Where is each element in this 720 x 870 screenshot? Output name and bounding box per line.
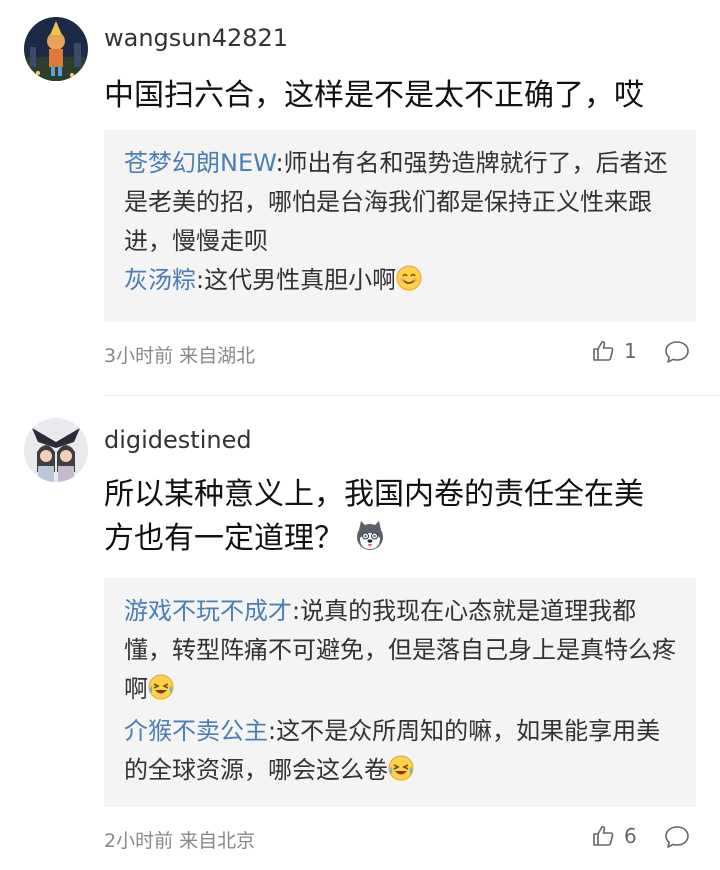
- reply-author[interactable]: 介猴不卖公主: [124, 717, 268, 745]
- comment-meta: 3小时前 来自湖北: [104, 345, 256, 367]
- thumbs-up-icon: [592, 339, 616, 363]
- like-button[interactable]: 1: [592, 339, 637, 363]
- speech-bubble-icon[interactable]: [664, 825, 690, 849]
- like-count: 1: [624, 339, 637, 363]
- comment-item: wangsun42821 中国扫六合，这样是不是太不正确了，哎 苍梦幻朗NEW:…: [0, 0, 720, 395]
- comment-text-line: 方也有一定道理？: [104, 521, 344, 556]
- username[interactable]: digidestined: [104, 426, 252, 454]
- reply-separator: :: [196, 266, 205, 294]
- avatar[interactable]: [24, 418, 88, 482]
- smile-emoji-icon: [396, 264, 422, 303]
- thumbs-up-icon: [592, 824, 616, 848]
- laugh-cry-emoji-icon: [388, 754, 414, 793]
- reply-box[interactable]: 苍梦幻朗NEW:师出有名和强势造牌就行了，后者还是老美的招，哪怕是台海我们都是保…: [104, 130, 696, 322]
- like-count: 6: [624, 824, 637, 848]
- reply-text: 这代男性真胆小啊: [204, 266, 397, 294]
- reply-item[interactable]: 游戏不玩不成才:说真的我现在心态就是道理我都懂，转型阵痛不可避免，但是落自己身上…: [124, 592, 676, 712]
- laugh-cry-emoji-icon: [148, 673, 174, 712]
- comment-text-line: 所以某种意义上，我国内卷的责任全在美: [104, 477, 644, 512]
- reply-separator: :: [292, 597, 301, 625]
- reply-separator: :: [268, 717, 277, 745]
- reply-author[interactable]: 苍梦幻朗NEW: [124, 149, 275, 177]
- avatar[interactable]: [24, 17, 88, 81]
- comment-item: digidestined 所以某种意义上，我国内卷的责任全在美 方也有一定道理？…: [0, 396, 720, 870]
- reply-author[interactable]: 游戏不玩不成才: [124, 597, 292, 625]
- like-button[interactable]: 6: [592, 824, 637, 848]
- comment-meta: 2小时前 来自北京: [104, 830, 256, 852]
- username[interactable]: wangsun42821: [104, 24, 288, 52]
- reply-item[interactable]: 介猴不卖公主:这不是众所周知的嘛，如果能享用美的全球资源，哪会这么卷: [124, 712, 676, 793]
- speech-bubble-icon[interactable]: [664, 340, 690, 364]
- reply-box[interactable]: 游戏不玩不成才:说真的我现在心态就是道理我都懂，转型阵痛不可避免，但是落自己身上…: [104, 578, 696, 807]
- reply-item[interactable]: 苍梦幻朗NEW:师出有名和强势造牌就行了，后者还是老美的招，哪怕是台海我们都是保…: [124, 144, 676, 261]
- reply-separator: :: [275, 149, 284, 177]
- comment-text: 所以某种意义上，我国内卷的责任全在美 方也有一定道理？: [104, 473, 704, 565]
- reply-item[interactable]: 灰汤粽:这代男性真胆小啊: [124, 261, 676, 303]
- reply-author[interactable]: 灰汤粽: [124, 266, 196, 294]
- comment-text: 中国扫六合，这样是不是太不正确了，哎: [104, 78, 644, 113]
- husky-emoji-icon: [354, 520, 386, 565]
